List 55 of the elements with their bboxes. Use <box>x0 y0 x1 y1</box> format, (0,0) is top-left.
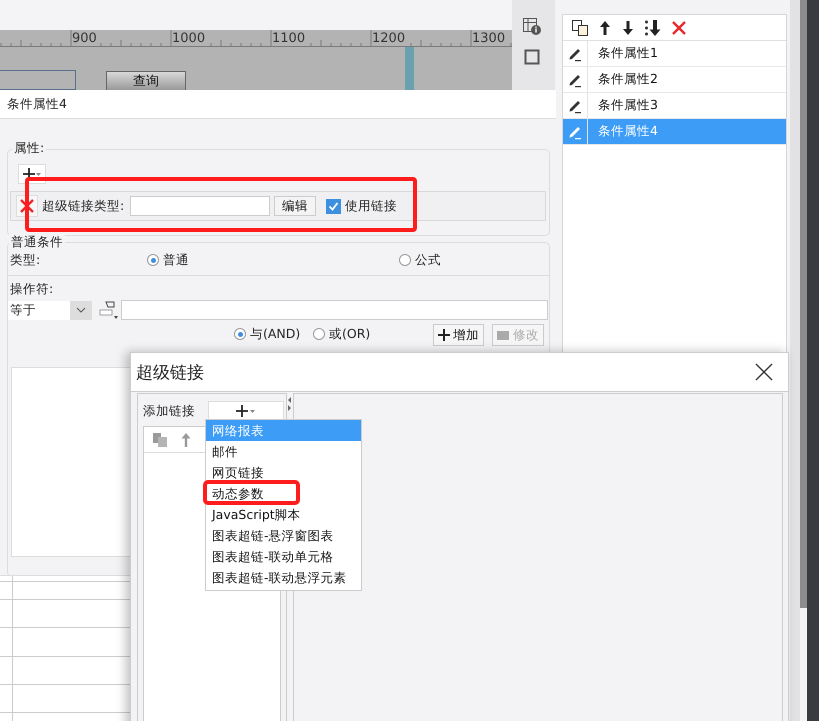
check-icon <box>327 200 340 212</box>
radio-button[interactable] <box>147 254 159 266</box>
condition-item[interactable]: 条件属性1 <box>563 41 786 67</box>
field-label: 超级链接类型: <box>42 198 124 214</box>
move-bottom-icon[interactable] <box>644 18 662 36</box>
radio-label: 公式 <box>415 252 441 268</box>
operator-dropdown[interactable]: 等于 <box>8 300 92 320</box>
field-label: 添加链接 <box>143 402 195 418</box>
ruler-label: 1200 <box>372 31 406 46</box>
panel-title: 条件属性4 <box>0 90 556 119</box>
radio-button[interactable] <box>399 254 411 266</box>
menu-item[interactable]: JavaScript脚本 <box>212 507 301 522</box>
menu-item[interactable]: 图表超链-联动单元格 <box>212 549 334 564</box>
ruler-label: 1300 <box>472 31 506 46</box>
menu-item[interactable]: 邮件 <box>212 444 238 459</box>
checkbox[interactable] <box>326 198 342 214</box>
move-down-icon[interactable] <box>621 18 635 36</box>
ruler-label: 1000 <box>172 31 206 46</box>
radio-label: 普通 <box>163 252 189 268</box>
close-icon[interactable] <box>755 363 773 381</box>
field-label: 类型: <box>10 252 40 268</box>
menu-item[interactable]: 图表超链-悬浮窗图表 <box>212 528 334 543</box>
plus-icon <box>438 329 450 341</box>
add-button[interactable]: 增加 <box>433 324 484 346</box>
radio-label: 或(OR) <box>329 326 370 342</box>
frame-icon[interactable] <box>522 47 542 67</box>
menu-item[interactable]: 图表超链-联动悬浮元素 <box>212 570 347 585</box>
scrollbar[interactable] <box>800 0 807 608</box>
radio-button[interactable] <box>313 328 325 340</box>
copy-icon[interactable] <box>571 18 589 36</box>
text-format-icon[interactable] <box>97 300 119 320</box>
radio-label: 与(AND) <box>250 326 300 342</box>
delete-icon[interactable] <box>671 20 687 36</box>
group-legend: 普通条件 <box>9 234 65 250</box>
menu-item[interactable]: 动态参数 <box>212 486 264 501</box>
ruler-label: 900 <box>72 31 98 46</box>
value-field[interactable] <box>121 300 548 320</box>
hyperlink-type-field[interactable] <box>130 196 270 216</box>
chevron-down-icon <box>76 307 86 313</box>
edit-button[interactable]: 编辑 <box>274 196 316 216</box>
dialog-title: 超级链接 <box>136 362 204 384</box>
table-info-icon[interactable] <box>522 16 542 36</box>
guide-bar <box>405 47 414 90</box>
plus-icon <box>234 404 258 418</box>
add-link-dropdown-button[interactable] <box>208 400 284 420</box>
group-legend: 属性: <box>12 140 46 156</box>
ruler-label: 1100 <box>272 31 306 46</box>
checkbox-label: 使用链接 <box>345 198 398 214</box>
move-up-icon[interactable] <box>598 18 612 36</box>
radio-button[interactable] <box>234 328 246 340</box>
close-icon <box>20 199 34 213</box>
field-label: 操作符: <box>10 281 54 296</box>
query-button[interactable]: 查询 <box>106 71 186 90</box>
condition-item[interactable]: 条件属性2 <box>563 67 786 93</box>
menu-item[interactable]: 网页链接 <box>212 465 264 480</box>
